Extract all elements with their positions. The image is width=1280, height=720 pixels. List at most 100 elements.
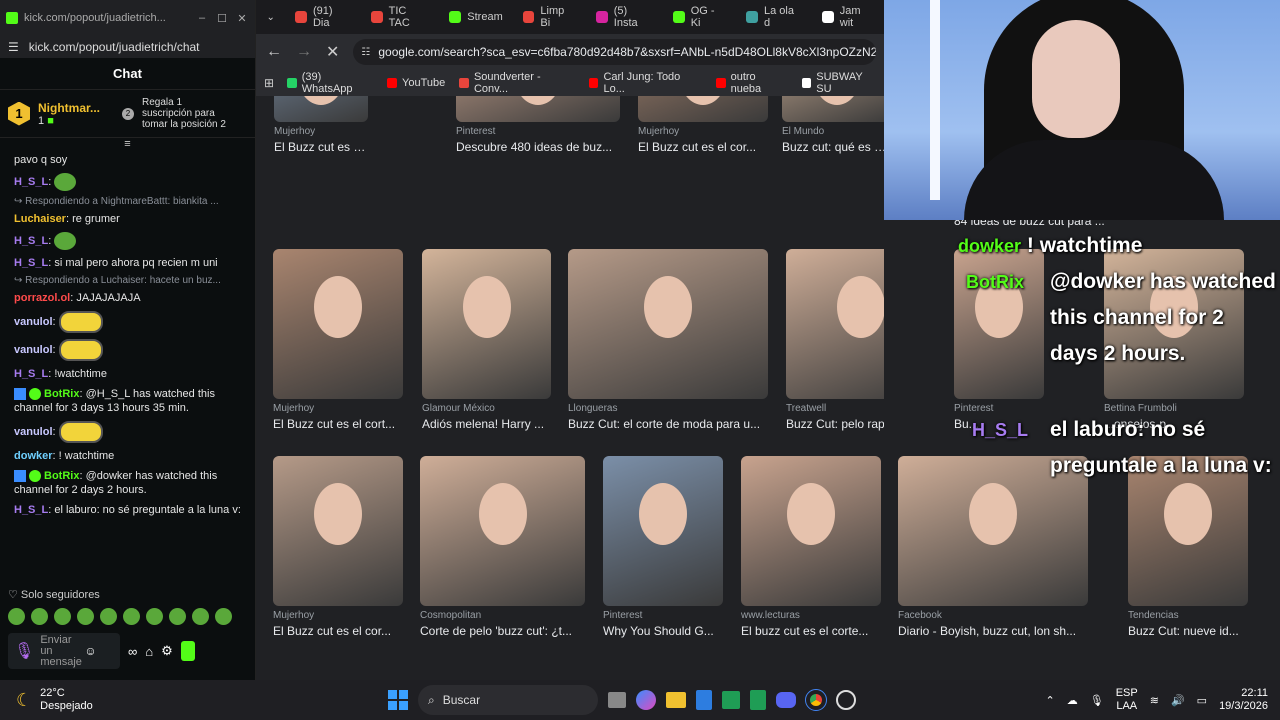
image-result-card[interactable]: Glamour México Adiós melena! Harry ... — [422, 249, 551, 431]
apps-icon[interactable]: ⊞ — [264, 76, 274, 90]
chat-username[interactable]: BotRix — [44, 470, 79, 482]
result-image[interactable] — [741, 456, 881, 606]
site-info-icon[interactable]: ☷ — [361, 47, 370, 58]
copilot-icon[interactable] — [636, 690, 656, 710]
result-image[interactable] — [273, 456, 403, 606]
chat-username[interactable]: H_S_L — [14, 257, 48, 269]
result-title[interactable]: Diario - Boyish, buzz cut, lon sh... — [898, 624, 1088, 638]
site-settings-icon[interactable]: ☰ — [8, 40, 19, 54]
mic-tray-icon[interactable]: 🎙 — [1090, 694, 1104, 707]
minimize-icon[interactable]: – — [195, 12, 209, 24]
chat-username[interactable]: porrazol.ol — [14, 292, 70, 304]
wifi-icon[interactable]: ≋ — [1150, 694, 1159, 707]
emote-icon[interactable] — [123, 608, 140, 625]
onedrive-icon[interactable]: ☁ — [1067, 694, 1078, 707]
omnibox[interactable]: ☷ google.com/search?sca_esv=c6fba780d92d… — [353, 39, 876, 65]
sheets-icon[interactable] — [750, 690, 766, 710]
browser-tab[interactable]: TIC TAC — [361, 0, 439, 34]
close-icon[interactable]: ✕ — [235, 12, 249, 25]
result-image[interactable] — [603, 456, 723, 606]
emote-icon[interactable] — [77, 608, 94, 625]
result-title[interactable]: Buzz Cut: nueve id... — [1128, 624, 1248, 638]
tray-chevron-icon[interactable]: ⌃ — [1046, 694, 1055, 707]
emote-icon[interactable] — [146, 608, 163, 625]
chat-username[interactable]: Luchaiser — [14, 213, 66, 225]
chat-username[interactable]: H_S_L — [14, 176, 48, 188]
gift-cta[interactable]: Regala 1 suscripción para tomar la posic… — [142, 97, 234, 130]
image-result-card[interactable]: Mujerhoy El Buzz cut es el cor... — [273, 456, 403, 638]
tab-search-icon[interactable]: ⌄ — [256, 12, 285, 23]
browser-tab[interactable]: La ola d — [736, 0, 812, 34]
result-title[interactable]: 84 ideas de buzz cut para ... — [954, 220, 1105, 228]
taskbar-search[interactable]: ⌕ Buscar — [418, 685, 598, 715]
result-title[interactable]: El Buzz cut es el cor... — [273, 624, 403, 638]
kick-url[interactable]: kick.com/popout/juadietrich/chat — [29, 40, 200, 54]
result-title[interactable]: El Buzz cut es el cor... — [638, 140, 768, 154]
result-image[interactable] — [420, 456, 585, 606]
browser-tab[interactable]: Stream — [439, 0, 512, 34]
emote-icon[interactable] — [8, 608, 25, 625]
obs-icon[interactable] — [836, 690, 856, 710]
chrome-icon[interactable] — [805, 689, 827, 711]
gear-icon[interactable]: ⚙ — [161, 643, 173, 659]
reload-icon[interactable]: ✕ — [326, 42, 339, 62]
notepad-icon[interactable] — [696, 690, 712, 710]
image-result-card[interactable]: Llongueras Buzz Cut: el corte de moda par… — [568, 249, 768, 431]
result-image[interactable] — [273, 249, 403, 399]
emote-icon[interactable] — [54, 608, 71, 625]
maximize-icon[interactable]: ☐ — [215, 12, 229, 25]
result-title[interactable]: Descubre 480 ideas de buz... — [456, 140, 620, 154]
browser-tab[interactable]: Limp Bi — [513, 0, 586, 34]
image-result-card[interactable]: www.lecturas El buzz cut es el corte... — [741, 456, 881, 638]
volume-icon[interactable]: 🔊 — [1171, 694, 1185, 707]
result-title[interactable]: Buzz Cut: pelo rapado si... — [786, 417, 886, 431]
chat-username[interactable]: H_S_L — [14, 235, 48, 247]
bookmark-item[interactable]: YouTube — [380, 77, 452, 89]
language-indicator[interactable]: ESP LAA — [1116, 687, 1138, 713]
result-title[interactable]: Buzz cut: qué es y a qu... — [782, 140, 886, 154]
result-title[interactable]: El Buzz cut es el corte de p... — [274, 140, 368, 154]
emote-icon[interactable] — [169, 608, 186, 625]
back-icon[interactable]: ← — [266, 43, 282, 61]
bookmark-item[interactable]: SUBWAY SU — [795, 71, 886, 95]
bookmark-item[interactable]: Carl Jung: Todo Lo... — [582, 71, 709, 95]
emote-icon[interactable] — [100, 608, 117, 625]
image-result-card[interactable]: Mujerhoy El Buzz cut es el cor... — [638, 96, 768, 154]
chat-username[interactable]: BotRix — [44, 388, 79, 400]
weather-widget[interactable]: ☾ 22°C Despejado — [0, 687, 220, 713]
chat-input[interactable]: 🎙 Enviar un mensaje ☺ — [8, 633, 120, 669]
chat-username[interactable]: vanulol — [14, 426, 53, 438]
bookmark-item[interactable]: outro nueba — [709, 71, 795, 95]
settings-group-icon[interactable]: ∞ — [128, 644, 137, 659]
emoji-icon[interactable]: ☺ — [84, 644, 96, 658]
pinned-chevron-icon[interactable]: ≡ — [0, 138, 255, 150]
mic-icon[interactable]: 🎙 — [14, 641, 34, 661]
result-image[interactable] — [274, 96, 368, 122]
chat-username[interactable]: vanulol — [14, 344, 53, 356]
result-image[interactable] — [782, 96, 886, 122]
store-icon[interactable]: ⌂ — [145, 644, 153, 659]
chat-username[interactable]: vanulol — [14, 316, 53, 328]
chat-username[interactable]: H_S_L — [14, 368, 48, 380]
chat-username[interactable]: dowker — [14, 450, 53, 462]
top-sub-user[interactable]: Nightmar... — [38, 101, 114, 115]
result-title[interactable]: Adiós melena! Harry ... — [422, 417, 551, 431]
browser-tab[interactable]: OG - Ki — [663, 0, 736, 34]
send-button[interactable] — [180, 641, 195, 661]
result-title[interactable]: Why You Should G... — [603, 624, 723, 638]
result-image[interactable] — [568, 249, 768, 399]
battery-icon[interactable]: ▭ — [1197, 694, 1207, 707]
result-title[interactable]: El Buzz cut es el cort... — [273, 417, 403, 431]
emote-icon[interactable] — [192, 608, 209, 625]
image-result-card[interactable]: Cosmopolitan Corte de pelo 'buzz cut': ¿t… — [420, 456, 585, 638]
bookmark-item[interactable]: Soundverter - Conv... — [452, 71, 581, 95]
result-image[interactable] — [638, 96, 768, 122]
file-explorer-icon[interactable] — [666, 692, 686, 708]
image-result-card[interactable]: Pinterest Descubre 480 ideas de buz... — [456, 96, 620, 154]
excel-icon[interactable] — [722, 691, 740, 709]
image-result-card[interactable]: El Mundo Buzz cut: qué es y a qu... — [782, 96, 886, 154]
result-image[interactable] — [456, 96, 620, 122]
result-title[interactable]: El buzz cut es el corte... — [741, 624, 881, 638]
emote-icon[interactable] — [31, 608, 48, 625]
bookmark-item[interactable]: (39) WhatsApp — [280, 71, 380, 95]
